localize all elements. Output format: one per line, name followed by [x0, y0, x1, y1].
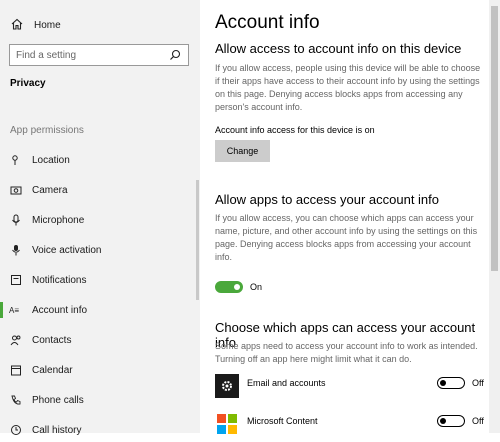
- app-name: Microsoft Content: [247, 416, 318, 426]
- sidebar-item-label: Phone calls: [32, 394, 84, 406]
- sidebar-item-calendar[interactable]: Calendar: [0, 358, 196, 382]
- account-info-toggle-label: On: [250, 282, 263, 292]
- svg-text:A≡: A≡: [9, 306, 19, 315]
- sidebar-item-label: Camera: [32, 184, 68, 196]
- calendar-icon: [9, 363, 23, 377]
- app-row-microsoft-content: Microsoft Content Off: [215, 412, 485, 438]
- location-icon: [9, 153, 23, 167]
- sidebar-item-call-history[interactable]: Call history: [0, 418, 196, 442]
- choose-section-description: Some apps need to access your account in…: [215, 341, 478, 364]
- contacts-icon: [9, 333, 23, 347]
- voice-activation-icon: [9, 243, 23, 257]
- sidebar-item-label: Location: [32, 154, 70, 166]
- sidebar: Home Privacy App permissions Location Ca…: [0, 0, 200, 436]
- email-and-accounts-toggle[interactable]: [437, 377, 465, 389]
- sidebar-item-contacts[interactable]: Contacts: [0, 328, 196, 352]
- sidebar-item-label: Microphone: [32, 214, 85, 226]
- sidebar-item-account-info[interactable]: A≡ Account info: [0, 298, 196, 322]
- search-input[interactable]: [16, 49, 168, 61]
- app-row-email-and-accounts: Email and accounts Off: [215, 374, 485, 400]
- apps-section-description: If you allow access, you can choose whic…: [215, 213, 478, 262]
- camera-icon: [9, 183, 23, 197]
- notifications-icon: [9, 273, 23, 287]
- sidebar-item-label: Calendar: [32, 364, 73, 376]
- sidebar-item-notifications[interactable]: Notifications: [0, 268, 196, 292]
- sidebar-item-label: Call history: [32, 424, 82, 436]
- sidebar-scrollbar[interactable]: [196, 180, 199, 300]
- microsoft-logo-icon: [215, 412, 239, 436]
- scrollbar-thumb[interactable]: [491, 6, 498, 271]
- group-title: App permissions: [10, 125, 84, 136]
- sidebar-item-label: Voice activation: [32, 244, 102, 256]
- sidebar-item-phone-calls[interactable]: Phone calls: [0, 388, 196, 412]
- home-link[interactable]: Home: [10, 16, 61, 34]
- main-content: Account info Allow access to account inf…: [200, 0, 490, 436]
- search-box[interactable]: [9, 44, 189, 66]
- sidebar-item-location[interactable]: Location: [0, 148, 196, 172]
- page-title: Account info: [215, 12, 320, 33]
- sidebar-item-label: Account info: [32, 304, 88, 316]
- sidebar-item-voice-activation[interactable]: Voice activation: [0, 238, 196, 262]
- search-icon[interactable]: [168, 48, 182, 62]
- microsoft-content-toggle[interactable]: [437, 415, 465, 427]
- home-label: Home: [34, 19, 61, 31]
- home-icon: [10, 17, 24, 34]
- apps-section-heading: Allow apps to access your account info: [215, 192, 440, 207]
- device-section-description: If you allow access, people using this d…: [215, 63, 481, 112]
- device-access-status: Account info access for this device is o…: [215, 125, 375, 135]
- change-button[interactable]: Change: [215, 140, 270, 162]
- email-and-accounts-toggle-label: Off: [472, 378, 484, 388]
- toggle-knob: [440, 417, 446, 424]
- gear-icon: [215, 374, 239, 398]
- call-history-icon: [9, 423, 23, 437]
- microphone-icon: [9, 213, 23, 227]
- phone-calls-icon: [9, 393, 23, 407]
- toggle-knob: [234, 284, 240, 290]
- sidebar-item-label: Notifications: [32, 274, 87, 286]
- toggle-knob: [440, 379, 446, 386]
- sidebar-item-camera[interactable]: Camera: [0, 178, 196, 202]
- section-title: Privacy: [10, 78, 46, 89]
- account-info-icon: A≡: [9, 303, 23, 317]
- sidebar-item-microphone[interactable]: Microphone: [0, 208, 196, 232]
- sidebar-item-label: Contacts: [32, 334, 72, 346]
- device-section-heading: Allow access to account info on this dev…: [215, 41, 462, 56]
- app-name: Email and accounts: [247, 378, 326, 388]
- account-info-toggle[interactable]: [215, 281, 243, 293]
- main-scrollbar[interactable]: [489, 0, 500, 433]
- microsoft-content-toggle-label: Off: [472, 416, 484, 426]
